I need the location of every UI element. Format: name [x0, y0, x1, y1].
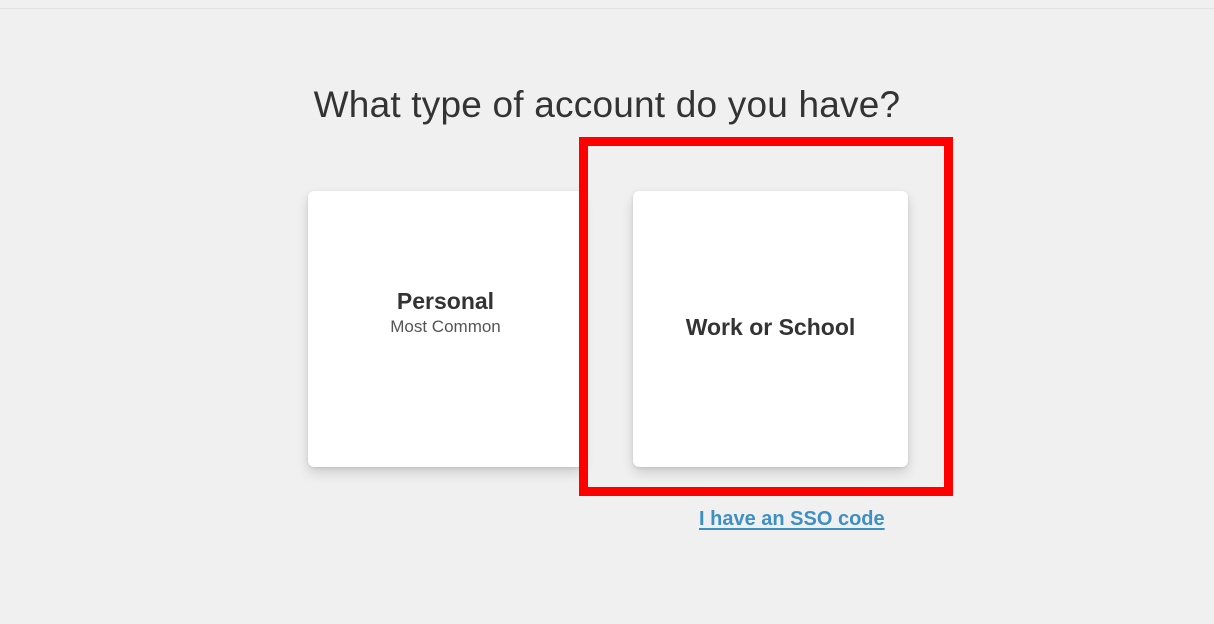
personal-card-content: Personal Most Common — [390, 288, 501, 337]
personal-account-option[interactable]: Personal Most Common — [308, 191, 583, 467]
sso-code-link[interactable]: I have an SSO code — [699, 508, 885, 531]
personal-card-subtitle: Most Common — [390, 316, 501, 336]
page-title: What type of account do you have? — [313, 84, 901, 125]
top-divider — [0, 8, 1214, 9]
work-or-school-account-option[interactable]: Work or School — [633, 191, 908, 467]
personal-card-title: Personal — [396, 287, 495, 314]
work-card-content: Work or School — [686, 314, 856, 341]
work-card-title: Work or School — [685, 314, 856, 340]
